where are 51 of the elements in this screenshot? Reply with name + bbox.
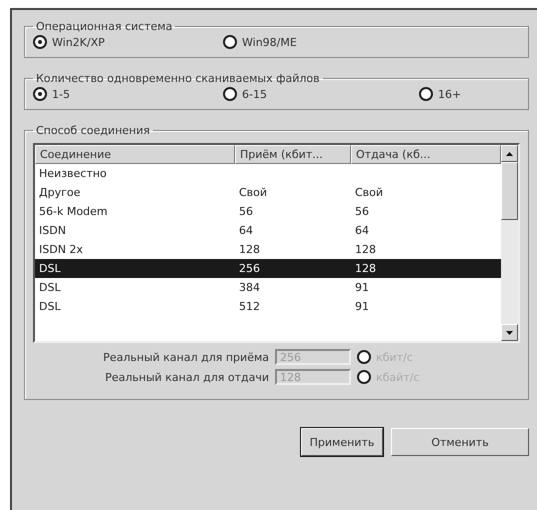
table-cell: 64 bbox=[355, 224, 369, 237]
table-cell: DSL bbox=[39, 281, 61, 294]
list-row[interactable]: DSL 256 128 bbox=[35, 259, 501, 278]
radio-option[interactable]: Win98/ME bbox=[223, 35, 297, 49]
up-triangle-icon bbox=[506, 152, 513, 156]
table-cell: Свой bbox=[239, 186, 268, 199]
radio-option[interactable]: 16+ bbox=[419, 87, 462, 101]
table-cell: 56 bbox=[239, 205, 253, 218]
radio-option[interactable]: 6-15 bbox=[223, 87, 267, 101]
table-cell: 64 bbox=[239, 224, 253, 237]
list-row[interactable]: Другое Свой Свой bbox=[35, 183, 501, 202]
table-cell: ISDN 2x bbox=[39, 243, 83, 256]
field-label: Реальный канал для отдачи bbox=[104, 370, 269, 384]
column-header[interactable]: Соединение bbox=[35, 145, 235, 164]
table-cell: DSL bbox=[39, 262, 61, 275]
column-header[interactable]: Отдача (кб... bbox=[351, 145, 501, 164]
table-cell: 384 bbox=[239, 281, 260, 294]
list-row[interactable]: Неизвестно bbox=[35, 164, 501, 183]
table-cell: 128 bbox=[239, 243, 260, 256]
table-cell: 91 bbox=[355, 281, 369, 294]
scroll-down-button[interactable] bbox=[501, 324, 518, 341]
table-cell: 512 bbox=[239, 300, 260, 313]
table-cell: Другое bbox=[39, 186, 80, 199]
table-cell: DSL bbox=[39, 300, 61, 313]
table-cell: 128 bbox=[355, 262, 376, 275]
table-cell: 56 bbox=[355, 205, 369, 218]
field-label: Реальный канал для приёма bbox=[102, 350, 269, 364]
table-cell: 56-k Modem bbox=[39, 205, 108, 218]
table-cell: ISDN bbox=[39, 224, 66, 237]
list-row[interactable]: ISDN 2x 128 128 bbox=[35, 240, 501, 259]
table-cell: 128 bbox=[355, 243, 376, 256]
radio-option[interactable]: 1-5 bbox=[33, 87, 70, 101]
list-row[interactable]: ISDN 64 64 bbox=[35, 221, 501, 240]
group-title: Способ соединения bbox=[35, 124, 151, 137]
group-title: Операционная система bbox=[35, 20, 174, 33]
table-cell: Свой bbox=[355, 186, 384, 199]
radio-option[interactable]: Win2K/XP bbox=[33, 35, 105, 49]
dialog-button[interactable]: Применить bbox=[301, 428, 383, 456]
down-triangle-icon bbox=[506, 330, 513, 334]
list-row[interactable]: DSL 512 91 bbox=[35, 297, 501, 316]
scroll-up-button[interactable] bbox=[501, 145, 518, 162]
table-cell: 256 bbox=[239, 262, 260, 275]
group-title: Количество одновременно сканиваемых файлов bbox=[35, 72, 321, 85]
list-row[interactable]: 56-k Modem 56 56 bbox=[35, 202, 501, 221]
table-cell: 91 bbox=[355, 300, 369, 313]
scrollbar[interactable] bbox=[501, 145, 518, 341]
scroll-thumb[interactable] bbox=[501, 162, 518, 220]
column-header[interactable]: Приём (кбит... bbox=[235, 145, 351, 164]
list-row[interactable]: DSL 384 91 bbox=[35, 278, 501, 297]
table-cell: Неизвестно bbox=[39, 167, 107, 180]
dialog-button[interactable]: Отменить bbox=[391, 428, 529, 456]
